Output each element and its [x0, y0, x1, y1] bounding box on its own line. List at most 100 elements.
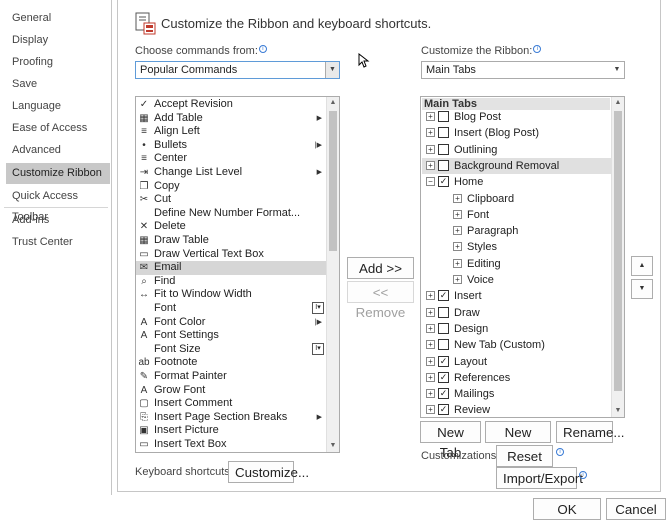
remove-button[interactable]: << Remove	[347, 281, 414, 320]
ribbon-tab-item[interactable]: + Design	[422, 321, 611, 337]
ribbon-tabs-tree[interactable]: Main Tabs ▲ ▼ + Blog Post + Insert (Blog Po…	[420, 96, 625, 418]
command-item[interactable]: Define New Number Format...	[136, 207, 326, 221]
command-item[interactable]: ✕ Delete	[136, 220, 326, 234]
expand-icon[interactable]: +	[453, 242, 462, 252]
ribbon-tab-item[interactable]: + ✓ Layout	[422, 354, 611, 370]
command-item[interactable]: Font I▾	[136, 302, 326, 316]
ribbon-tab-item[interactable]: + ✓ References	[422, 370, 611, 386]
rename-button[interactable]: Rename...	[556, 421, 625, 443]
tab-checkbox[interactable]	[438, 306, 449, 318]
ribbon-group-item[interactable]: + Voice	[422, 272, 611, 288]
expand-icon[interactable]: +	[426, 389, 435, 399]
scroll-thumb[interactable]	[614, 111, 622, 391]
command-item[interactable]: ✉ Email	[136, 261, 326, 275]
ribbon-group-item[interactable]: + Font	[422, 207, 611, 223]
nav-item-ease-of-access[interactable]: Ease of Access	[6, 118, 110, 139]
nav-item-display[interactable]: Display	[6, 30, 110, 51]
commands-list[interactable]: ▭ Insert Text Box ▣ Insert Picture ⎘ Insert P…	[135, 96, 340, 453]
expand-icon[interactable]: +	[426, 372, 435, 382]
add-button[interactable]: Add >>	[347, 257, 414, 279]
expand-icon[interactable]: +	[453, 258, 462, 268]
command-item[interactable]: ↔ Fit to Window Width	[136, 288, 326, 302]
tab-checkbox[interactable]	[438, 339, 449, 351]
command-item[interactable]: Font Size I▾	[136, 342, 326, 357]
command-item[interactable]: ⎘ Insert Page Section Breaks ▶	[136, 411, 326, 425]
nav-item-language[interactable]: Language	[6, 96, 110, 117]
move-down-button[interactable]: ▼	[631, 279, 653, 299]
expand-icon[interactable]: +	[453, 226, 462, 236]
command-item[interactable]: ✂ Cut	[136, 193, 326, 207]
ribbon-tab-item[interactable]: − ✓ Home	[422, 174, 611, 190]
customize-ribbon-dropdown[interactable]: Main Tabs ▼	[421, 61, 625, 79]
expand-icon[interactable]: +	[453, 193, 462, 203]
expand-icon[interactable]: +	[453, 275, 462, 284]
reset-button[interactable]: Reset ▼	[496, 445, 553, 483]
import-export-button[interactable]: Import/Export ▼	[496, 467, 583, 505]
expand-icon[interactable]: +	[426, 405, 435, 415]
expand-icon[interactable]: +	[426, 160, 435, 170]
commands-scrollbar[interactable]: ▲ ▼	[326, 97, 339, 452]
move-up-button[interactable]: ▲	[631, 256, 653, 276]
ribbon-tab-item[interactable]: + Background Removal	[422, 157, 611, 175]
ribbon-tab-item[interactable]: + ✓ Insert	[422, 288, 611, 304]
expand-icon[interactable]: +	[453, 209, 462, 219]
tab-checkbox[interactable]	[438, 159, 449, 171]
scroll-up-icon[interactable]: ▲	[612, 97, 624, 109]
ribbon-tab-item[interactable]: + Blog Post	[422, 109, 611, 125]
nav-item-proofing[interactable]: Proofing	[6, 52, 110, 73]
command-item[interactable]: ▣ Insert Picture	[136, 424, 326, 438]
nav-item-general[interactable]: General	[6, 8, 110, 29]
command-item[interactable]: ab Footnote	[136, 356, 326, 370]
expand-icon[interactable]: +	[426, 356, 435, 366]
nav-item-quick-access-toolbar[interactable]: Quick Access Toolbar	[6, 186, 110, 223]
expand-icon[interactable]: +	[426, 307, 435, 317]
command-item[interactable]: ▢ Insert Comment	[136, 397, 326, 411]
ribbon-group-item[interactable]: + Styles	[422, 239, 611, 255]
tab-checkbox[interactable]	[438, 322, 449, 334]
tab-checkbox[interactable]: ✓	[438, 290, 449, 302]
scroll-up-icon[interactable]: ▲	[327, 97, 339, 109]
tab-checkbox[interactable]	[438, 127, 449, 139]
expand-icon[interactable]: +	[426, 340, 435, 350]
tab-checkbox[interactable]: ✓	[438, 404, 449, 416]
expand-icon[interactable]: +	[426, 323, 435, 333]
ok-button[interactable]: OK	[533, 498, 601, 520]
command-item[interactable]: ⌕ Find	[136, 275, 326, 289]
command-item[interactable]: A Font Settings	[136, 329, 326, 343]
expand-icon[interactable]: +	[426, 128, 435, 138]
scroll-down-icon[interactable]: ▼	[612, 405, 624, 417]
command-item[interactable]: ✓ Accept Revision	[136, 98, 326, 112]
command-item[interactable]: ▭ Draw Vertical Text Box	[136, 248, 326, 262]
command-item[interactable]: ≡ Align Left	[136, 125, 326, 139]
command-item[interactable]: A Font Color |▶	[136, 316, 326, 330]
customize-shortcuts-button[interactable]: Customize...	[228, 461, 309, 483]
cancel-button[interactable]: Cancel	[606, 498, 666, 520]
ribbon-group-item[interactable]: + Editing	[422, 256, 611, 272]
nav-item-advanced[interactable]: Advanced	[6, 140, 110, 161]
nav-item-add-ins[interactable]: Add-ins	[6, 210, 110, 231]
expand-icon[interactable]: +	[426, 144, 435, 154]
tab-checkbox[interactable]: ✓	[438, 176, 449, 188]
ribbon-group-item[interactable]: + Clipboard	[422, 191, 611, 207]
command-item[interactable]: ▦ Add Table ▶	[136, 112, 326, 126]
expand-icon[interactable]: +	[426, 112, 435, 121]
ribbon-tab-item[interactable]: + Insert (Blog Post)	[422, 125, 611, 141]
command-item[interactable]: ≡ Center	[136, 152, 326, 166]
nav-item-save[interactable]: Save	[6, 74, 110, 95]
tab-checkbox[interactable]	[438, 143, 449, 155]
ribbon-tab-item[interactable]: + ✓ Review	[422, 402, 611, 417]
ribbon-tab-item[interactable]: + ✓ Mailings	[422, 386, 611, 402]
ribbon-tab-item[interactable]: + New Tab (Custom)	[422, 337, 611, 353]
command-item[interactable]: ▦ Draw Table	[136, 234, 326, 248]
new-group-button[interactable]: New Group	[485, 421, 551, 460]
new-tab-button[interactable]: New Tab	[420, 421, 481, 460]
tab-checkbox[interactable]: ✓	[438, 355, 449, 367]
tree-scrollbar[interactable]: ▲ ▼	[611, 97, 624, 417]
nav-item-customize-ribbon[interactable]: Customize Ribbon	[6, 163, 110, 184]
ribbon-group-item[interactable]: + Paragraph	[422, 223, 611, 239]
choose-commands-dropdown[interactable]: Popular Commands ▼	[135, 61, 340, 79]
command-item[interactable]: ✎ Format Painter	[136, 370, 326, 384]
ribbon-tab-item[interactable]: + Draw	[422, 305, 611, 321]
command-item[interactable]: A Grow Font	[136, 384, 326, 398]
ribbon-tab-item[interactable]: + Outlining	[422, 142, 611, 158]
